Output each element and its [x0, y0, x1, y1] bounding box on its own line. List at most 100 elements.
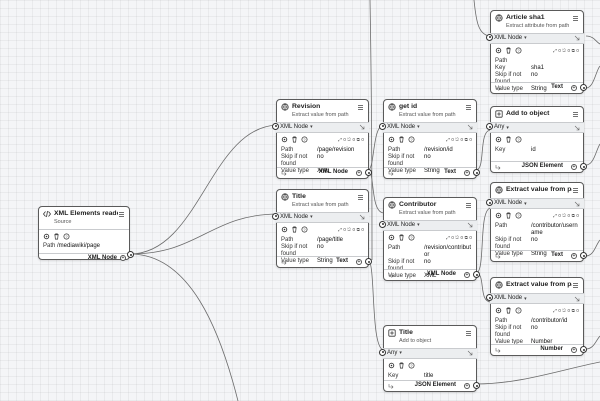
node-header[interactable]: Title Extract value from path: [277, 190, 368, 212]
add-output-port[interactable]: +: [464, 382, 470, 389]
node-title-xml[interactable]: Title Extract value from path XML Node ▾…: [272, 189, 372, 268]
trash-icon[interactable]: [505, 212, 512, 219]
node-header[interactable]: Contributor Extract value from path: [384, 198, 476, 220]
gear-icon[interactable]: [281, 226, 288, 233]
edge-titlejson-right[interactable]: [475, 361, 600, 385]
add-output-port[interactable]: +: [571, 163, 577, 170]
help-icon[interactable]: ?: [408, 362, 415, 369]
output-port[interactable]: [365, 258, 372, 265]
hamburger-icon[interactable]: [357, 194, 364, 201]
node-add-to-object[interactable]: Add to object Any ▾ ? Key id JSON Elemen…: [486, 106, 587, 173]
gear-icon[interactable]: [388, 136, 395, 143]
input-type-select[interactable]: Any ▾: [486, 122, 584, 134]
input-port[interactable]: [379, 220, 386, 228]
trash-icon[interactable]: [398, 362, 405, 369]
node-extract-contributor-id[interactable]: Extract value from path XML Node ▾ ? ⤢ 0…: [486, 277, 587, 356]
edge-reader-title[interactable]: [129, 213, 280, 255]
edge-sha1-right[interactable]: [585, 65, 600, 89]
input-port[interactable]: [272, 212, 279, 220]
node-revision[interactable]: Revision Extract value from path XML Nod…: [272, 99, 372, 179]
edge-getid-addobject[interactable]: [475, 129, 492, 171]
gear-icon[interactable]: [388, 234, 395, 241]
edge-title-titlejson[interactable]: [367, 259, 385, 351]
edge-sha1-right2[interactable]: [585, 35, 600, 45]
node-header[interactable]: Add to object: [491, 107, 583, 122]
trash-icon[interactable]: [291, 226, 298, 233]
help-icon[interactable]: ?: [63, 233, 70, 240]
help-icon[interactable]: ?: [408, 136, 415, 143]
node-header[interactable]: Extract value from path: [491, 278, 583, 293]
gear-icon[interactable]: [495, 136, 502, 143]
input-type-select[interactable]: Any ▾: [379, 347, 477, 359]
node-contributor[interactable]: Contributor Extract value from path XML …: [379, 197, 480, 281]
trash-icon[interactable]: [291, 136, 298, 143]
node-header[interactable]: Revision Extract value from path: [277, 100, 368, 122]
output-port[interactable]: [580, 346, 587, 353]
node-header[interactable]: get id Extract value from path: [384, 100, 476, 122]
input-type-select[interactable]: XML Node ▾: [272, 121, 369, 133]
gear-icon[interactable]: [495, 212, 502, 219]
help-icon[interactable]: ?: [515, 212, 522, 219]
output-port[interactable]: [473, 382, 480, 389]
node-title-json[interactable]: Title Add to object Any ▾ ? Key title JS…: [379, 325, 480, 392]
edge-contributor-user[interactable]: [475, 207, 492, 274]
gear-icon[interactable]: [43, 233, 50, 240]
trash-icon[interactable]: [505, 307, 512, 314]
input-port[interactable]: [486, 123, 493, 131]
input-type-select[interactable]: XML Node ▾: [486, 32, 584, 44]
hamburger-icon[interactable]: [572, 282, 579, 289]
input-type-select[interactable]: XML Node ▾: [272, 211, 369, 223]
output-port[interactable]: [473, 271, 480, 278]
input-port[interactable]: [486, 33, 493, 41]
output-port[interactable]: [473, 169, 480, 176]
input-port[interactable]: [272, 122, 279, 130]
gear-icon[interactable]: [495, 307, 502, 314]
edge-revision-contributor[interactable]: [367, 169, 385, 214]
trash-icon[interactable]: [398, 234, 405, 241]
hamburger-icon[interactable]: [572, 111, 579, 118]
edge-up-articlesha1[interactable]: [369, 0, 373, 261]
node-article-sha1[interactable]: Article sha1 Extract attribute from path…: [486, 10, 587, 94]
output-port[interactable]: [365, 169, 372, 176]
add-output-port[interactable]: +: [464, 169, 470, 176]
gear-icon[interactable]: [495, 47, 502, 54]
help-icon[interactable]: ?: [408, 234, 415, 241]
input-port[interactable]: [379, 348, 386, 356]
help-icon[interactable]: ?: [515, 47, 522, 54]
trash-icon[interactable]: [505, 47, 512, 54]
edge-user-right[interactable]: [585, 239, 600, 257]
hamburger-icon[interactable]: [118, 211, 125, 218]
edge-reader-revision[interactable]: [129, 124, 280, 255]
hamburger-icon[interactable]: [465, 202, 472, 209]
help-icon[interactable]: ?: [301, 136, 308, 143]
input-type-select[interactable]: XML Node ▾: [379, 219, 477, 231]
add-output-port[interactable]: +: [356, 258, 362, 265]
edge-addobject-right[interactable]: [585, 143, 600, 166]
input-type-select[interactable]: XML Node ▾: [486, 293, 584, 305]
hamburger-icon[interactable]: [357, 104, 364, 111]
node-get-id[interactable]: get id Extract value from path XML Node …: [379, 99, 480, 179]
add-output-port[interactable]: +: [571, 346, 577, 353]
edge-down-sha1[interactable]: [473, 0, 492, 37]
node-header[interactable]: Article sha1 Extract attribute from path: [491, 11, 583, 33]
output-port[interactable]: [580, 252, 587, 259]
gear-icon[interactable]: [281, 136, 288, 143]
add-output-port[interactable]: +: [356, 169, 362, 176]
node-header[interactable]: XML Elements reader Source: [39, 207, 129, 229]
node-header[interactable]: Title Add to object: [384, 326, 476, 348]
output-port[interactable]: [127, 251, 134, 258]
trash-icon[interactable]: [398, 136, 405, 143]
output-port[interactable]: [580, 163, 587, 170]
output-port[interactable]: [580, 84, 587, 91]
input-port[interactable]: [486, 294, 493, 302]
help-icon[interactable]: ?: [515, 136, 522, 143]
edge-id-right[interactable]: [585, 335, 600, 350]
trash-icon[interactable]: [505, 136, 512, 143]
edge-reader-down[interactable]: [129, 253, 239, 401]
add-output-port[interactable]: +: [571, 84, 577, 91]
help-icon[interactable]: ?: [301, 226, 308, 233]
hamburger-icon[interactable]: [572, 15, 579, 22]
gear-icon[interactable]: [388, 362, 395, 369]
node-header[interactable]: Extract value from path: [491, 183, 583, 198]
input-port[interactable]: [379, 122, 386, 130]
